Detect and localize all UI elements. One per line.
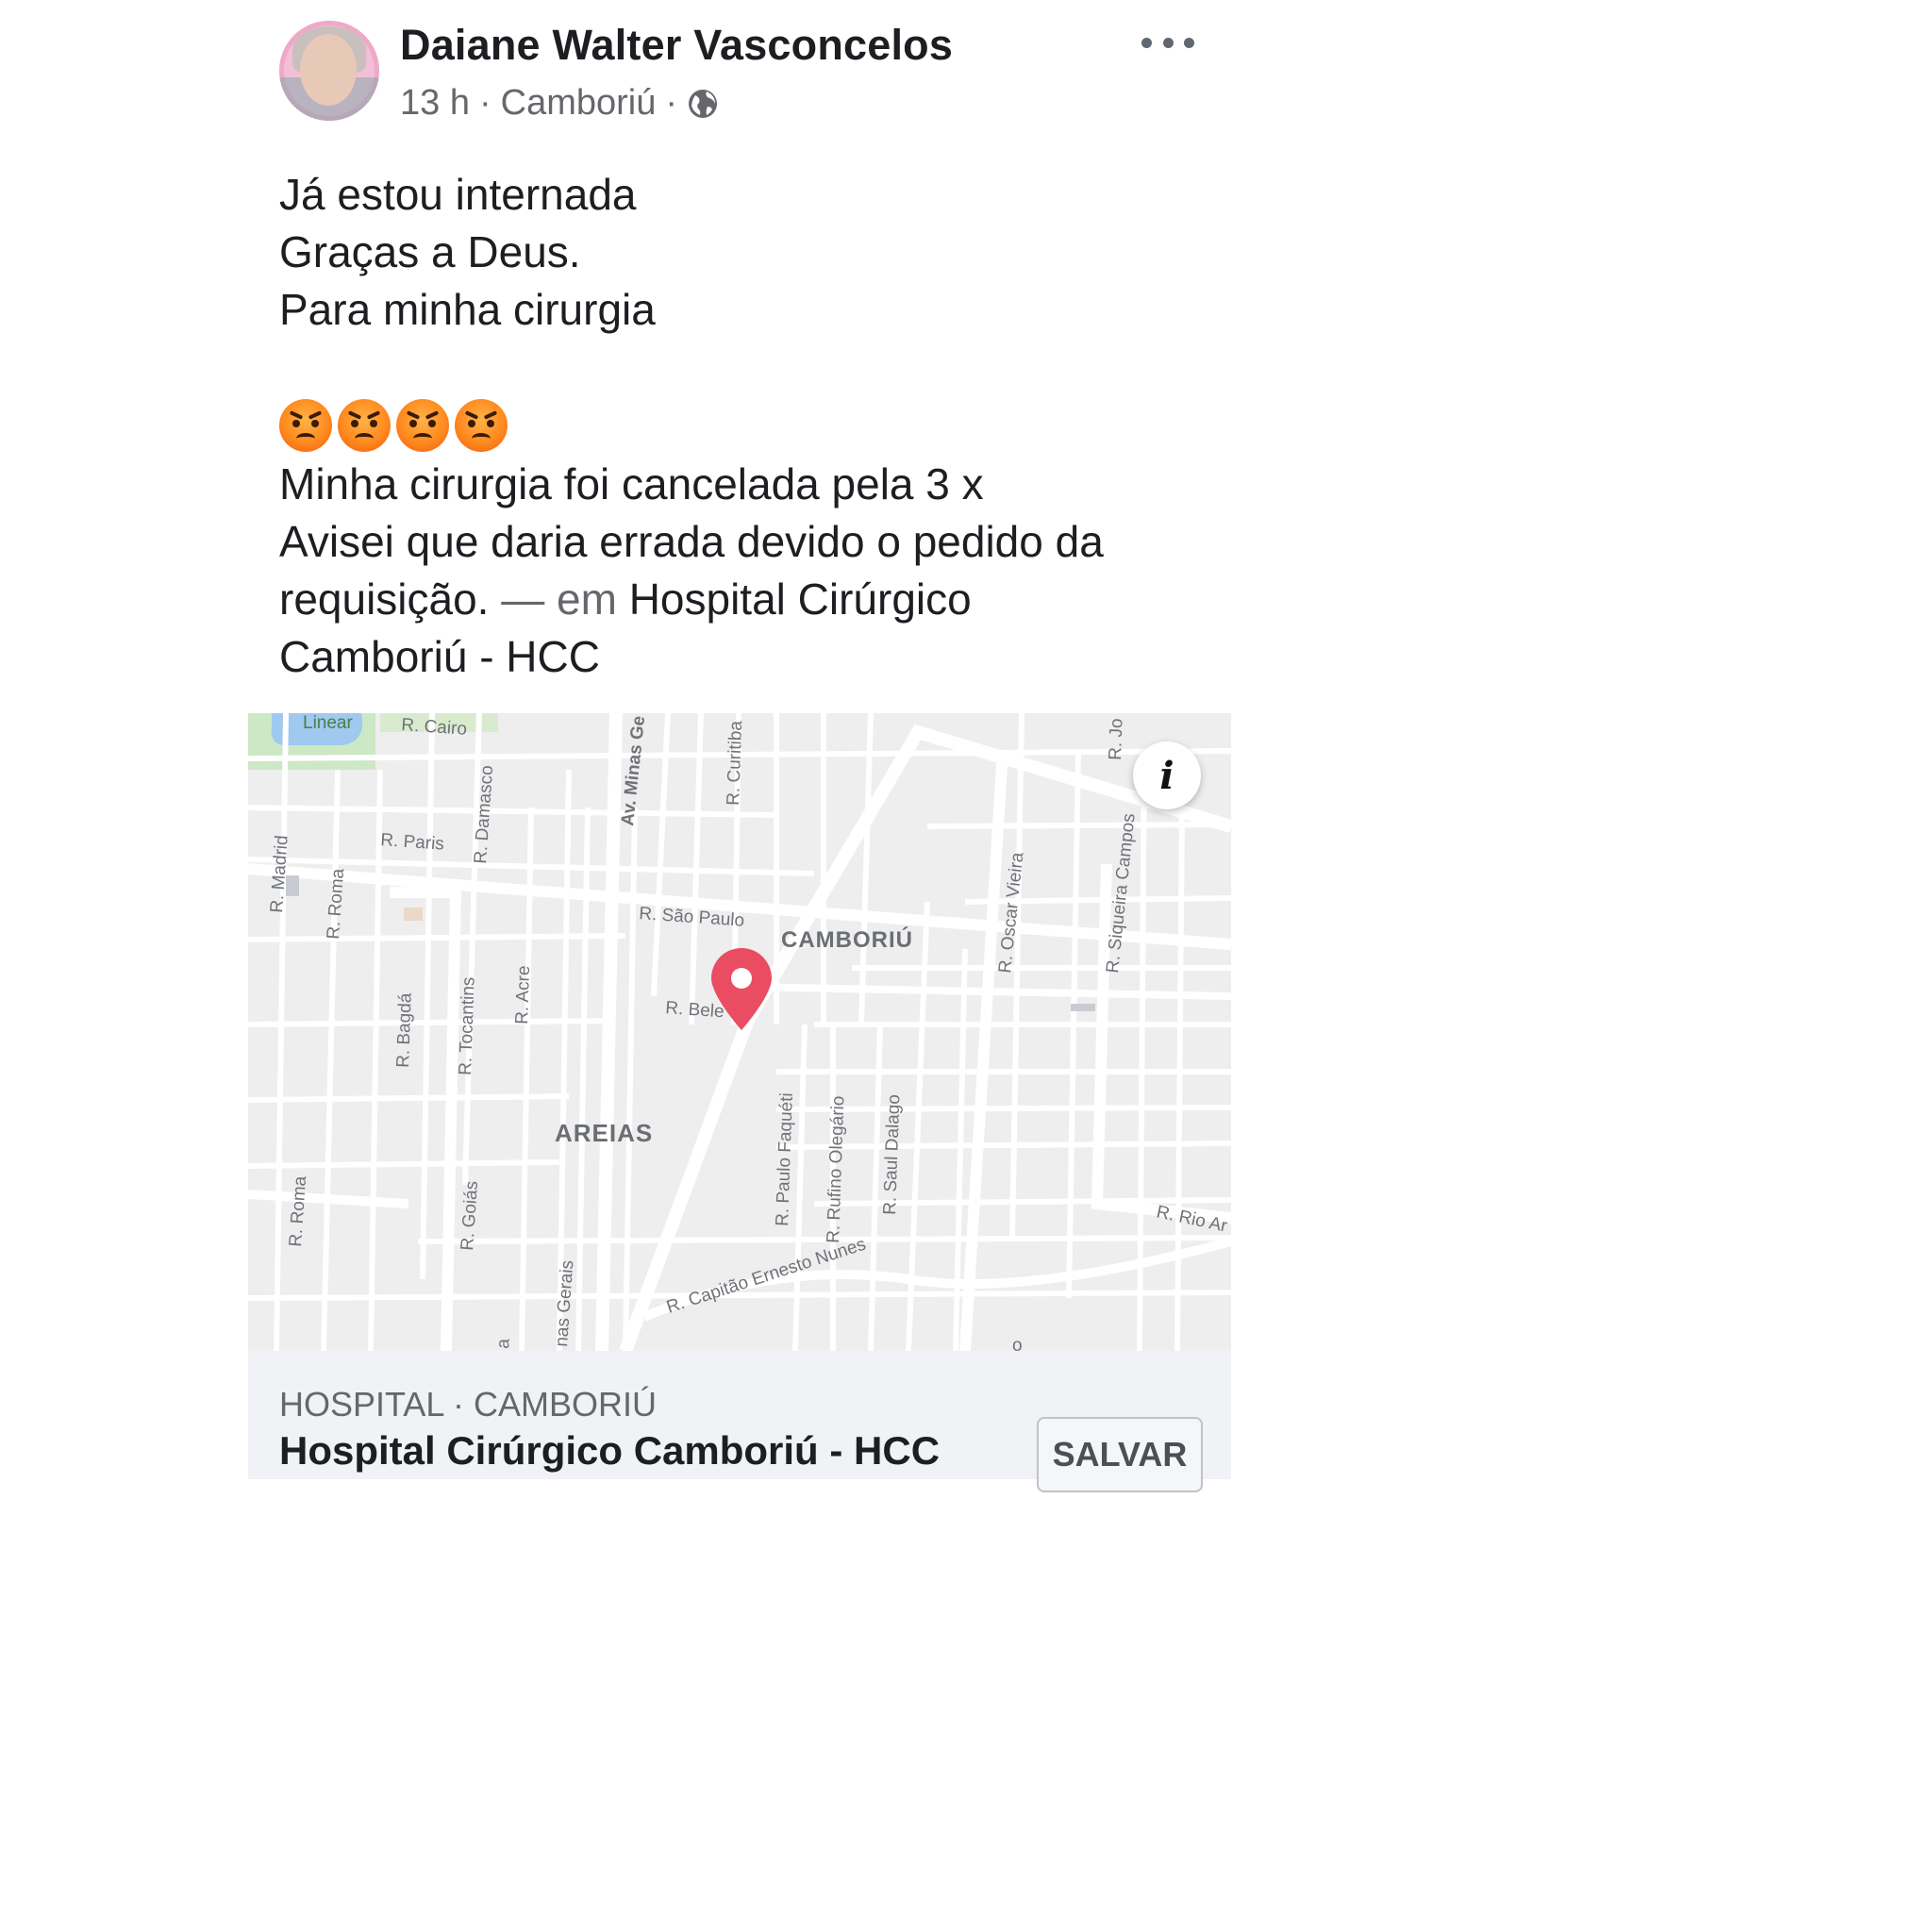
angry-face-emoji-icon — [455, 398, 508, 452]
globe-icon — [687, 88, 719, 120]
map-label-jo: R. Jo — [1106, 718, 1127, 760]
place-name[interactable]: Hospital Cirúrgico Camboriú - HCC — [279, 1428, 940, 1474]
post-line: Já estou internada — [279, 170, 637, 219]
map-label-areias: AREIAS — [555, 1119, 653, 1147]
map-label-tocantins: R. Tocantins — [456, 976, 479, 1075]
meta-separator: · — [478, 83, 491, 123]
map-label-rufino-olegario: R. Rufino Olegário — [824, 1095, 848, 1243]
post-meta: 13 h · Camboriú · — [400, 83, 719, 124]
map-label-curitiba: R. Curitiba — [724, 720, 746, 806]
building — [1071, 1004, 1095, 1011]
post-line: Para minha cirurgia — [279, 285, 656, 334]
angry-face-emoji-icon — [396, 398, 449, 452]
map-label-roma-top: R. Roma — [324, 868, 348, 941]
map-label-saul-dalago: R. Saul Dalago — [880, 1094, 904, 1215]
map-label-madrid: R. Madrid — [267, 835, 292, 914]
map-label-minas-gerais-bottom: nas Gerais — [552, 1259, 577, 1347]
avatar-face — [300, 34, 357, 106]
author-name[interactable]: Daiane Walter Vasconcelos — [400, 21, 953, 70]
place-category: HOSPITAL · CAMBORIÚ — [279, 1385, 658, 1424]
post-text: Já estou internada Graças a Deus. Para m… — [279, 166, 1204, 686]
post-line: Graças a Deus. — [279, 227, 581, 276]
dot — [1141, 37, 1152, 48]
author-avatar[interactable] — [279, 21, 379, 121]
map-label-cairo: R. Cairo — [401, 715, 468, 740]
emoji-row — [279, 396, 1204, 454]
map-label-rio: R. Rio Ar — [1155, 1202, 1229, 1236]
angry-face-emoji-icon — [279, 398, 332, 452]
save-button[interactable]: SALVAR — [1037, 1417, 1203, 1492]
map-label-camboriu: CAMBORIÚ — [781, 926, 913, 953]
info-icon[interactable]: i — [1133, 741, 1201, 809]
map-label-frag-o: o — [1012, 1336, 1023, 1351]
map-label-paulo-faqueti: R. Paulo Faquéti — [773, 1092, 797, 1226]
map-label-minas-gerais-top: Av. Minas Ge — [618, 715, 649, 827]
map-label-acre: R. Acre — [512, 965, 534, 1024]
dot — [1162, 37, 1174, 48]
map-canvas: Linear R. Cairo Av. Minas Ge R. Curitiba… — [248, 713, 1231, 1351]
post-location[interactable]: Camboriú — [501, 83, 657, 124]
post-line: Minha cirurgia foi cancelada pela 3 x — [279, 459, 984, 508]
post-line-text: requisição. — [279, 575, 490, 624]
map-label-roma-bottom: R. Roma — [286, 1175, 310, 1248]
post-line: requisição. — em Hospital Cirúrgico — [279, 571, 1204, 628]
dot — [1184, 37, 1194, 48]
checkin-place-link-cont[interactable]: Camboriú - HCC — [279, 628, 1204, 686]
location-map[interactable]: Linear R. Cairo Av. Minas Ge R. Curitiba… — [248, 713, 1231, 1351]
map-label-bagda: R. Bagdá — [393, 992, 416, 1068]
map-label-paris: R. Paris — [380, 830, 445, 855]
map-label-linear: Linear — [303, 713, 353, 733]
map-label-frag-a: a — [493, 1338, 514, 1349]
building — [404, 908, 423, 921]
meta-separator: · — [665, 83, 678, 123]
checkin-connector: — em — [501, 575, 617, 624]
map-pin-icon — [708, 947, 774, 1032]
place-card[interactable]: HOSPITAL · CAMBORIÚ Hospital Cirúrgico C… — [248, 1351, 1231, 1492]
angry-face-emoji-icon — [338, 398, 391, 452]
post-line: Avisei que daria errada devido o pedido … — [279, 517, 1104, 566]
more-options-icon[interactable] — [1141, 28, 1194, 57]
post-time[interactable]: 13 h — [400, 83, 470, 124]
checkin-place-link[interactable]: Hospital Cirúrgico — [629, 575, 972, 624]
